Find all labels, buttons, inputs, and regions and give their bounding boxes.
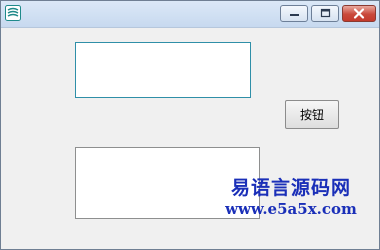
- title-bar[interactable]: [1, 1, 379, 28]
- site-watermark: 易语言源码网 www.e5a5x.com: [211, 179, 371, 217]
- close-icon: [353, 8, 365, 19]
- maximize-button[interactable]: [311, 5, 339, 22]
- watermark-site-url: www.e5a5x.com: [225, 200, 357, 218]
- minimize-icon: [290, 14, 299, 16]
- action-button[interactable]: 按钮: [285, 100, 339, 129]
- minimize-button[interactable]: [280, 5, 308, 22]
- app-window: 按钮 易语言源码网 www.e5a5x.com: [0, 0, 380, 250]
- watermark-site-name: 易语言源码网: [230, 177, 351, 199]
- close-button[interactable]: [342, 5, 376, 22]
- text-input-top[interactable]: [75, 42, 251, 98]
- app-logo-icon: [5, 5, 21, 21]
- action-button-label: 按钮: [299, 108, 324, 122]
- maximize-icon: [320, 8, 331, 18]
